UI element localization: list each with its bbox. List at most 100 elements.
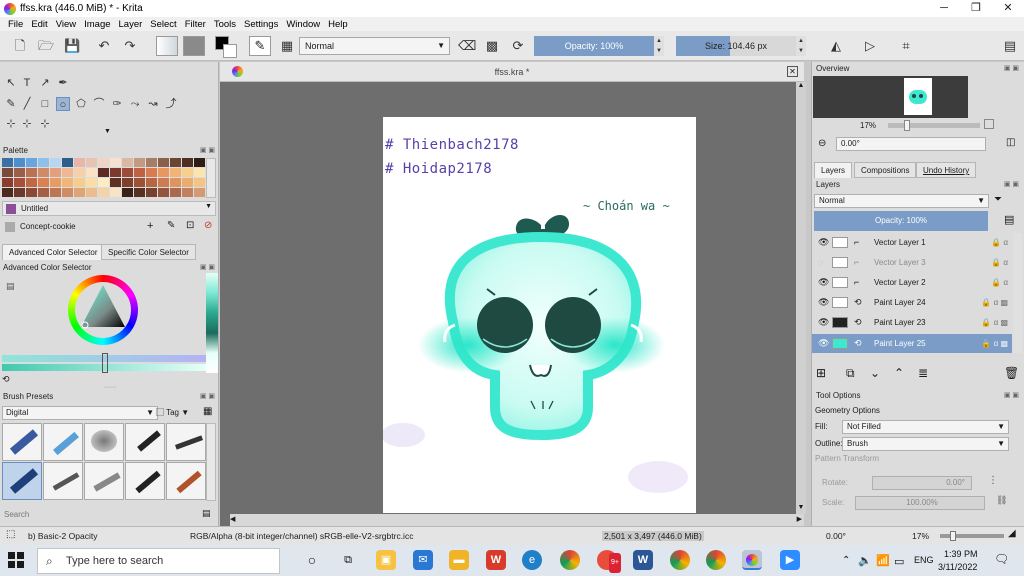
brush-preset-pen[interactable]	[166, 423, 206, 461]
mirror-vertical-icon[interactable]: ▷	[862, 38, 878, 54]
menu-settings[interactable]: Settings	[240, 19, 282, 30]
layer-properties-icon[interactable]: ≣	[918, 366, 928, 380]
palette-swatch[interactable]	[182, 168, 194, 178]
palette-swatch[interactable]	[14, 158, 26, 168]
overview-rotation-field[interactable]: 0.00°	[836, 137, 986, 151]
freehand-path-tool-icon[interactable]: ⤳	[128, 97, 142, 111]
palette-swatch[interactable]	[122, 168, 134, 178]
select-shapes-tool-icon[interactable]: ↖	[4, 76, 18, 90]
overview-panel[interactable]	[813, 76, 968, 118]
palette-swatch[interactable]	[38, 168, 50, 178]
background-color-swatch[interactable]	[223, 44, 237, 58]
rotate-field[interactable]: 0.00°	[872, 476, 972, 490]
brush-preset-marker[interactable]	[125, 462, 165, 500]
volume-icon[interactable]: 🔈	[858, 554, 872, 567]
selection-mode-icon[interactable]: ⬚	[6, 529, 15, 540]
battery-icon[interactable]: ▭	[894, 555, 904, 568]
tray-overflow-icon[interactable]: ⌃	[842, 555, 850, 566]
visibility-eye-icon[interactable]: 👁	[818, 233, 829, 252]
brush-search-input[interactable]: Search	[2, 508, 198, 521]
palette-swatch[interactable]	[170, 178, 182, 188]
palette-swatch[interactable]	[146, 168, 158, 178]
visibility-hidden-icon[interactable]: ◌	[818, 253, 823, 272]
more-options-icon[interactable]: ⋮	[988, 475, 998, 486]
network-icon[interactable]: 📶	[876, 554, 890, 567]
layer-row[interactable]: 👁 ⟲ Paint Layer 23 🔒 α ▩	[812, 313, 1012, 332]
zoom-meetings-icon[interactable]: ▶	[780, 550, 800, 570]
layer-lock-alpha-icons[interactable]: 🔒 α ▩	[981, 313, 1008, 332]
palette-swatch[interactable]	[74, 188, 86, 198]
palette-swatch[interactable]	[50, 168, 62, 178]
close-document-icon[interactable]: ✕	[787, 66, 798, 77]
palette-swatch[interactable]	[74, 178, 86, 188]
bezier-tool-icon[interactable]: ✑	[110, 97, 124, 111]
splitter-handle[interactable]: ⋯⋯	[104, 384, 116, 391]
palette-swatch[interactable]	[158, 178, 170, 188]
maximize-button[interactable]: ❐	[960, 0, 992, 17]
visibility-eye-icon[interactable]: 👁	[818, 334, 829, 353]
layer-lock-alpha-icons[interactable]: 🔒 α ▩	[981, 293, 1008, 312]
brush-preset-soft[interactable]	[84, 423, 124, 461]
layer-filter-icon[interactable]: ⏷	[994, 194, 1002, 205]
tab-undo-history[interactable]: Undo History	[916, 162, 977, 178]
wrap-around-icon[interactable]: ⌗	[898, 38, 914, 54]
duplicate-layer-icon[interactable]: ⧉	[846, 366, 855, 381]
layer-properties-icon[interactable]: ▤	[1004, 213, 1014, 226]
remove-palette-icon[interactable]: ⊘	[204, 220, 212, 231]
brush-preset-basic-2-opacity[interactable]	[2, 462, 42, 500]
menu-edit[interactable]: Edit	[27, 19, 51, 30]
brush-size-slider[interactable]: Size: 104.46 px	[676, 36, 796, 56]
scroll-up-arrow-icon[interactable]: ▲	[796, 82, 806, 92]
layer-lock-alpha-icons[interactable]: 🔒 α	[991, 233, 1008, 252]
edge-icon[interactable]: e	[522, 550, 542, 570]
transform-tool-icon[interactable]: ⊹	[4, 117, 18, 130]
palette-swatch[interactable]	[38, 188, 50, 198]
menu-select[interactable]: Select	[146, 19, 180, 30]
palette-swatch[interactable]	[158, 168, 170, 178]
file-explorer-icon[interactable]: ▬	[449, 550, 469, 570]
palette-swatch[interactable]	[86, 178, 98, 188]
palette-swatch[interactable]	[86, 188, 98, 198]
outline-select[interactable]: Brush ▼	[842, 437, 1009, 451]
add-swatch-icon[interactable]: +	[147, 220, 153, 232]
close-button[interactable]: ✕	[992, 0, 1024, 17]
mirror-horizontal-icon[interactable]: ◭	[828, 38, 844, 54]
palette-swatch[interactable]	[26, 158, 38, 168]
palette-swatch[interactable]	[2, 188, 14, 198]
palette-swatch[interactable]	[2, 158, 14, 168]
document-tab-title[interactable]: ffss.kra *	[220, 67, 804, 77]
document-canvas[interactable]: # Thienbach2178 # Hoidap2178 ~ Choán wa …	[383, 117, 696, 513]
palette-swatch[interactable]	[26, 178, 38, 188]
freehand-brush-tool-icon[interactable]: ✎	[4, 97, 18, 111]
menu-window[interactable]: Window	[282, 19, 324, 30]
preserve-alpha-icon[interactable]: ▩	[484, 38, 500, 54]
palette-swatch[interactable]	[146, 158, 158, 168]
palette-swatch[interactable]	[14, 178, 26, 188]
palette-swatch[interactable]	[62, 178, 74, 188]
pattern-picker[interactable]	[183, 36, 205, 56]
palette-swatch[interactable]	[14, 188, 26, 198]
palette-swatch[interactable]	[134, 188, 146, 198]
undo-icon[interactable]: ↶	[96, 38, 112, 54]
palette-swatch[interactable]	[74, 158, 86, 168]
chrome-icon[interactable]	[560, 550, 580, 570]
palette-swatch[interactable]	[26, 168, 38, 178]
color-selector-settings-icon[interactable]: ▤	[6, 281, 15, 292]
layer-lock-alpha-icons[interactable]: 🔒 α ▩	[981, 334, 1008, 353]
gradient-picker[interactable]	[156, 36, 178, 56]
layer-lock-alpha-icons[interactable]: 🔒 α	[991, 253, 1008, 272]
palette-swatch[interactable]	[122, 158, 134, 168]
minimize-button[interactable]: ─	[928, 0, 960, 17]
palette-swatch[interactable]	[182, 188, 194, 198]
overview-toggle-checkbox[interactable]	[984, 119, 994, 129]
palette-swatch[interactable]	[194, 178, 206, 188]
palette-swatch[interactable]	[194, 158, 206, 168]
clock-date[interactable]: 3/11/2022	[938, 562, 977, 572]
palette-swatch[interactable]	[50, 178, 62, 188]
dock-float-close-icons[interactable]: ▣ ▣	[1004, 63, 1019, 75]
palette-swatch[interactable]	[194, 168, 206, 178]
link-icon[interactable]: ⛓	[996, 495, 1007, 506]
menu-filter[interactable]: Filter	[181, 19, 210, 30]
overview-zoom-slider[interactable]	[888, 120, 980, 131]
palette-swatch[interactable]	[146, 188, 158, 198]
